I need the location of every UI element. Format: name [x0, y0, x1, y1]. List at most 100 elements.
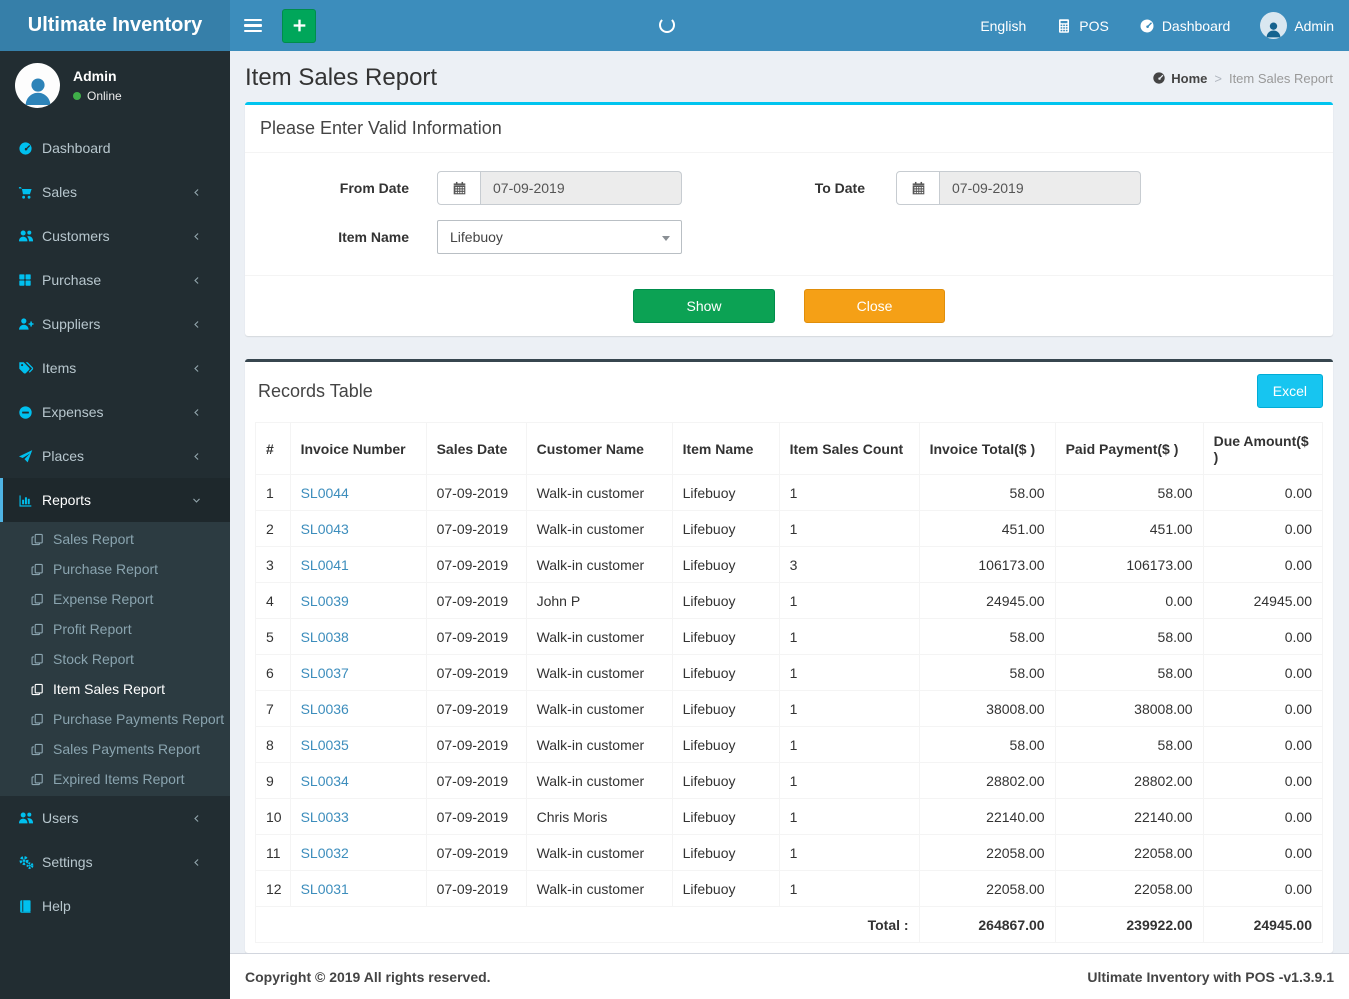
item-name: Lifebuoy: [671, 834, 780, 871]
invoice-link[interactable]: SL0038: [301, 629, 349, 645]
excel-export-button[interactable]: Excel: [1256, 374, 1323, 408]
table-row: 8 SL0035 07-09-2019 Walk-in customer Lifebuo…: [255, 726, 1324, 763]
add-button[interactable]: [282, 8, 316, 43]
submenu-item-purchase-report[interactable]: Purchase Report: [0, 554, 230, 584]
dashboard-link[interactable]: Dashboard: [1124, 0, 1246, 51]
paid-payment: 58.00: [1054, 618, 1204, 655]
submenu-item-stock-report[interactable]: Stock Report: [0, 644, 230, 674]
item-sales-count: 1: [778, 798, 920, 835]
show-button[interactable]: Show: [633, 289, 775, 323]
sidebar-item-expenses[interactable]: Expenses: [0, 390, 230, 434]
sidebar-item-customers[interactable]: Customers: [0, 214, 230, 258]
invoice-link[interactable]: SL0036: [301, 701, 349, 717]
customer-name: John P: [525, 582, 673, 619]
invoice-link[interactable]: SL0033: [301, 809, 349, 825]
sidebar-item-users[interactable]: Users: [0, 796, 230, 840]
invoice-link[interactable]: SL0039: [301, 593, 349, 609]
customer-name: Walk-in customer: [525, 726, 673, 763]
sidebar-item-purchase[interactable]: Purchase: [0, 258, 230, 302]
user-name: Admin: [73, 68, 117, 84]
customer-name: Walk-in customer: [525, 834, 673, 871]
table-header-row: # Invoice Number Sales Date Customer Nam…: [255, 422, 1324, 475]
calendar-icon[interactable]: [437, 171, 481, 205]
invoice-link[interactable]: SL0032: [301, 845, 349, 861]
invoice-link[interactable]: SL0044: [301, 485, 349, 501]
paid-payment: 22058.00: [1054, 834, 1204, 871]
version-text: Ultimate Inventory with POS -v1.3.9.1: [1087, 969, 1334, 985]
speedometer-icon: [18, 141, 42, 156]
submenu-item-item-sales-report[interactable]: Item Sales Report: [0, 674, 230, 704]
user-menu[interactable]: Admin: [1245, 0, 1349, 51]
invoice-link[interactable]: SL0037: [301, 665, 349, 681]
due-amount: 0.00: [1202, 510, 1324, 547]
item-name: Lifebuoy: [671, 798, 780, 835]
to-date-input[interactable]: [940, 171, 1141, 205]
copy-icon: [31, 713, 53, 726]
page-title: Item Sales Report: [245, 64, 438, 91]
calendar-icon[interactable]: [896, 171, 940, 205]
sidebar-item-help[interactable]: Help: [0, 884, 230, 928]
customer-name: Chris Moris: [525, 798, 673, 835]
sales-date: 07-09-2019: [425, 798, 527, 835]
sidebar-item-items[interactable]: Items: [0, 346, 230, 390]
customer-name: Walk-in customer: [525, 546, 673, 583]
item-name-select[interactable]: Lifebuoy: [437, 220, 682, 254]
user-status: Online: [87, 89, 122, 103]
col-item-name: Item Name: [671, 422, 780, 475]
copyright-text: Copyright © 2019 All rights reserved.: [245, 969, 491, 985]
pos-link[interactable]: POS: [1041, 0, 1124, 51]
invoice-link[interactable]: SL0043: [301, 521, 349, 537]
sidebar-item-sales[interactable]: Sales: [0, 170, 230, 214]
submenu-item-expired-items-report[interactable]: Expired Items Report: [0, 764, 230, 794]
item-name: Lifebuoy: [671, 726, 780, 763]
paid-payment: 106173.00: [1054, 546, 1204, 583]
sales-date: 07-09-2019: [425, 654, 527, 691]
sales-date: 07-09-2019: [425, 546, 527, 583]
from-date-input[interactable]: [481, 171, 682, 205]
sidebar-item-suppliers[interactable]: Suppliers: [0, 302, 230, 346]
sales-date: 07-09-2019: [425, 834, 527, 871]
item-name: Lifebuoy: [671, 690, 780, 727]
submenu-item-purchase-payments-report[interactable]: Purchase Payments Report: [0, 704, 230, 734]
due-amount: 0.00: [1202, 726, 1324, 763]
sidebar-toggle-button[interactable]: [230, 0, 276, 51]
paid-payment: 28802.00: [1054, 762, 1204, 799]
cell-index: 3: [255, 546, 291, 583]
sidebar-item-settings[interactable]: Settings: [0, 840, 230, 884]
invoice-link[interactable]: SL0035: [301, 737, 349, 753]
invoice-total: 106173.00: [918, 546, 1056, 583]
submenu-item-sales-report[interactable]: Sales Report: [0, 524, 230, 554]
breadcrumb-home-link[interactable]: Home: [1152, 71, 1207, 86]
language-menu[interactable]: English: [965, 0, 1041, 51]
copy-icon: [31, 773, 53, 786]
invoice-link[interactable]: SL0041: [301, 557, 349, 573]
close-button[interactable]: Close: [804, 289, 945, 323]
table-row: 1 SL0044 07-09-2019 Walk-in customer Lifebuo…: [255, 474, 1324, 511]
item-sales-count: 1: [778, 510, 920, 547]
customer-name: Walk-in customer: [525, 654, 673, 691]
submenu-item-expense-report[interactable]: Expense Report: [0, 584, 230, 614]
copy-icon: [31, 623, 53, 636]
records-panel-title: Records Table: [258, 380, 373, 401]
submenu-item-sales-payments-report[interactable]: Sales Payments Report: [0, 734, 230, 764]
sidebar-item-dashboard[interactable]: Dashboard: [0, 126, 230, 170]
app-logo[interactable]: Ultimate Inventory: [0, 0, 230, 51]
chevron-left-icon: [191, 857, 215, 868]
customer-name: Walk-in customer: [525, 618, 673, 655]
invoice-total: 58.00: [918, 726, 1056, 763]
sidebar-item-reports[interactable]: Reports: [0, 478, 230, 522]
col-paid-payment: Paid Payment($ ): [1054, 422, 1204, 475]
sales-date: 07-09-2019: [425, 618, 527, 655]
customer-name: Walk-in customer: [525, 510, 673, 547]
invoice-link[interactable]: SL0031: [301, 881, 349, 897]
submenu-item-profit-report[interactable]: Profit Report: [0, 614, 230, 644]
invoice-link[interactable]: SL0034: [301, 773, 349, 789]
paper-plane-icon: [18, 449, 42, 464]
table-row: 6 SL0037 07-09-2019 Walk-in customer Lifebuo…: [255, 654, 1324, 691]
total-row: Total : 264867.00 239922.00 24945.00: [255, 906, 1324, 943]
item-sales-count: 1: [778, 474, 920, 511]
chevron-left-icon: [191, 275, 215, 286]
sidebar-item-places[interactable]: Places: [0, 434, 230, 478]
item-sales-count: 1: [778, 582, 920, 619]
caret-down-icon: [662, 236, 670, 241]
